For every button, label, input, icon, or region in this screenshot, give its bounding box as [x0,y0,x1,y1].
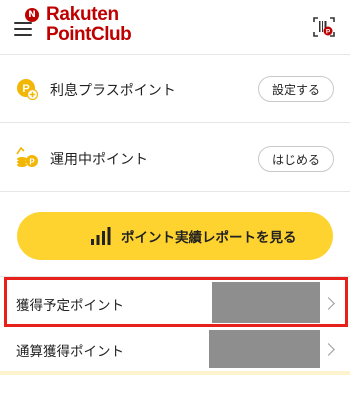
logo-line-2: PointClub [46,24,132,45]
svg-text:P: P [326,29,331,36]
start-button[interactable]: はじめる [258,146,334,172]
point-card-scan-icon[interactable]: P [312,15,336,39]
investing-row: P 運用中ポイント はじめる [0,123,350,191]
app-header: N Rakuten PointClub P [0,0,350,54]
interest-plus-label: 利息プラスポイント [50,83,176,99]
menu-icon[interactable] [14,22,32,36]
setup-button[interactable]: 設定する [258,76,334,102]
rakuten-pointclub-logo: Rakuten PointClub [46,4,132,45]
menu-icon-line [14,22,32,24]
notification-badge[interactable]: N [25,8,39,22]
menu-icon-line [14,28,32,30]
row-divider [0,191,350,192]
total-points-value-redacted [209,330,320,368]
interest-plus-point-icon: P [17,79,38,100]
footer-band [0,371,350,375]
interest-plus-row: P 利息プラスポイント 設定する [0,55,350,122]
point-report-button[interactable]: ポイント実績レポートを見る [17,212,333,260]
investing-label: 運用中ポイント [50,152,148,168]
investing-point-icon: P [16,146,38,167]
logo-line-1: Rakuten [46,4,119,25]
total-points-label: 通算獲得ポイント [16,344,124,360]
chevron-right-icon [322,343,335,356]
menu-icon-line [14,34,32,36]
svg-text:P: P [29,158,35,167]
bar-chart-icon [91,227,111,245]
total-points-row[interactable]: 通算獲得ポイント [0,327,350,371]
point-report-label: ポイント実績レポートを見る [121,230,297,246]
highlight-box [4,277,348,327]
